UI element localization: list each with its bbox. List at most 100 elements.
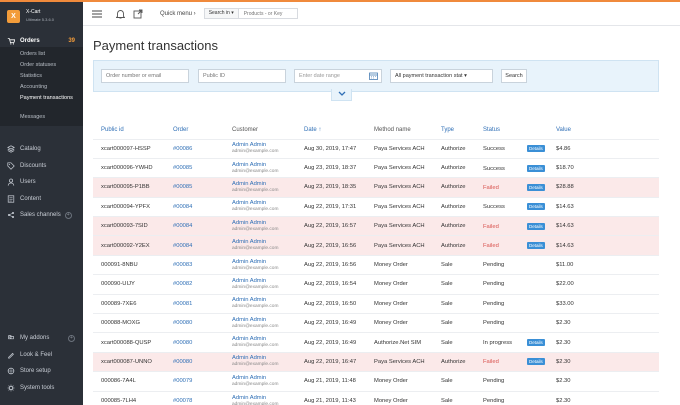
column-header-public-id[interactable]: Public id: [93, 121, 165, 139]
customer-email: admin@example.com: [232, 381, 279, 387]
sidebar-item-order-statuses[interactable]: Order statuses: [0, 60, 83, 71]
cell-order-link[interactable]: #00084: [165, 216, 224, 236]
column-header-type[interactable]: Type: [433, 121, 475, 139]
customer-name-link[interactable]: Admin Admin: [232, 162, 296, 169]
column-header-value[interactable]: Value: [548, 121, 659, 139]
calendar-icon[interactable]: [369, 72, 378, 85]
cell-method: Paya Services ACH: [366, 196, 433, 217]
customer-email: admin@example.com: [232, 207, 279, 213]
cell-order-link[interactable]: #00084: [165, 196, 224, 217]
cell-type: Sale: [433, 332, 475, 353]
cell-customer: Admin Admin admin@example.com: [224, 196, 296, 217]
sidebar-item-accounting[interactable]: Accounting: [0, 82, 83, 93]
sidebar-item-system-tools[interactable]: System tools: [0, 380, 83, 397]
storefront-icon[interactable]: [131, 7, 145, 21]
sidebar-item-discounts[interactable]: Discounts: [0, 158, 83, 175]
column-header-order[interactable]: Order: [165, 121, 224, 139]
hamburger-menu-icon[interactable]: [90, 7, 104, 21]
cell-status: Pending: [475, 313, 548, 333]
customer-email: admin@example.com: [232, 304, 279, 310]
cell-method: Money Order: [366, 293, 433, 314]
column-header-date[interactable]: Date ↑: [296, 121, 366, 139]
cell-customer: Admin Admin admin@example.com: [224, 390, 296, 405]
details-button[interactable]: Details: [527, 203, 545, 211]
sidebar-item-sales-channels[interactable]: Sales channels +: [0, 207, 83, 224]
sidebar-item-look-feel[interactable]: Look & Feel: [0, 347, 83, 364]
brand[interactable]: X X-Cart Ultimate 5.3.6.0: [0, 2, 83, 30]
cell-status: Failed Details: [475, 351, 548, 372]
table-row: xcart000087-UNNO #00080 Admin Admin admin@e…: [93, 351, 659, 372]
customer-name-link[interactable]: Admin Admin: [232, 375, 296, 382]
search-input[interactable]: [238, 9, 297, 18]
sidebar-item-content[interactable]: Content: [0, 191, 83, 208]
sidebar-item-label: System tools: [20, 384, 55, 391]
sidebar-item-payment-transactions[interactable]: Payment transactions: [0, 93, 83, 112]
quick-menu[interactable]: Quick menu ›: [160, 11, 196, 17]
brand-name: X-Cart: [26, 9, 41, 15]
customer-name-link[interactable]: Admin Admin: [232, 259, 296, 266]
column-header-status[interactable]: Status: [475, 121, 548, 139]
bell-icon[interactable]: [113, 7, 127, 21]
details-button[interactable]: Details: [527, 222, 545, 230]
public-id-field[interactable]: [198, 69, 286, 83]
cell-order-link[interactable]: #00080: [165, 332, 224, 353]
sales-icon: [7, 211, 15, 219]
cell-status: Failed Details: [475, 216, 548, 236]
cell-order-link[interactable]: #00085: [165, 157, 224, 178]
cell-type: Sale: [433, 371, 475, 392]
cell-date: Aug 22, 2019, 16:56: [296, 254, 366, 275]
details-button[interactable]: Details: [527, 358, 545, 366]
sidebar-item-my-addons[interactable]: My addons +: [0, 330, 83, 347]
sidebar-item-orders[interactable]: Orders 39: [0, 34, 83, 47]
chevron-down-icon: [338, 91, 346, 98]
details-button[interactable]: Details: [527, 242, 545, 250]
cell-order-link[interactable]: #00078: [165, 390, 224, 405]
cell-type: Authorize: [433, 196, 475, 217]
cell-order-link[interactable]: #00080: [165, 351, 224, 372]
sidebar: X X-Cart Ultimate 5.3.6.0 Orders 39 Orde…: [0, 2, 83, 405]
details-button[interactable]: Details: [527, 183, 545, 191]
order-search-field[interactable]: [101, 69, 189, 83]
customer-name-link[interactable]: Admin Admin: [232, 181, 296, 188]
cell-order-link[interactable]: #00081: [165, 293, 224, 314]
expand-filters-toggle[interactable]: [331, 89, 352, 101]
sidebar-item-orders-list[interactable]: Orders list: [0, 49, 83, 60]
add-addon-icon[interactable]: +: [68, 334, 75, 342]
add-sales-channel-icon[interactable]: +: [64, 211, 72, 219]
sidebar-item-statistics[interactable]: Statistics: [0, 71, 83, 82]
cell-order-link[interactable]: #00083: [165, 254, 224, 275]
cell-value: $14.63: [548, 196, 659, 217]
customer-name-link[interactable]: Admin Admin: [232, 317, 296, 324]
cell-order-link[interactable]: #00085: [165, 177, 224, 198]
cell-public-id: xcart000093-7SID: [93, 216, 165, 236]
status-text: Pending: [483, 378, 505, 385]
customer-name-link[interactable]: Admin Admin: [232, 278, 296, 285]
details-button[interactable]: Details: [527, 145, 545, 153]
details-button[interactable]: Details: [527, 339, 545, 347]
details-button[interactable]: Details: [527, 164, 545, 172]
cell-order-link[interactable]: #00086: [165, 138, 224, 159]
cell-type: Sale: [433, 390, 475, 405]
customer-email: admin@example.com: [232, 265, 279, 271]
sidebar-item-store-setup[interactable]: Store setup: [0, 363, 83, 380]
sidebar-orders-label: Orders: [20, 37, 40, 44]
search-button[interactable]: Search: [501, 69, 527, 83]
cell-order-link[interactable]: #00082: [165, 274, 224, 295]
sidebar-item-messages[interactable]: Messages: [0, 112, 83, 123]
cell-value: $11.00: [548, 254, 659, 275]
cell-order-link[interactable]: #00084: [165, 235, 224, 256]
sidebar-item-users[interactable]: Users: [0, 174, 83, 191]
cell-order-link[interactable]: #00080: [165, 313, 224, 333]
transaction-status-select[interactable]: All payment transaction stat ▾: [390, 69, 493, 83]
cell-order-link[interactable]: #00079: [165, 371, 224, 392]
date-range-field[interactable]: Enter date range: [294, 69, 382, 83]
cart-icon: [7, 37, 15, 45]
search-in-select[interactable]: Search in ▾: [204, 9, 239, 18]
cell-public-id: 000091-8NBU: [93, 254, 165, 275]
customer-name-link[interactable]: Admin Admin: [232, 395, 296, 402]
sidebar-item-catalog[interactable]: Catalog: [0, 141, 83, 158]
cell-public-id: xcart000097-HSSP: [93, 138, 165, 159]
customer-name-link[interactable]: Admin Admin: [232, 220, 296, 227]
cell-status: Pending: [475, 390, 548, 405]
table-row: 000086-7A4L #00079 Admin Admin admin@exampl…: [93, 371, 659, 392]
